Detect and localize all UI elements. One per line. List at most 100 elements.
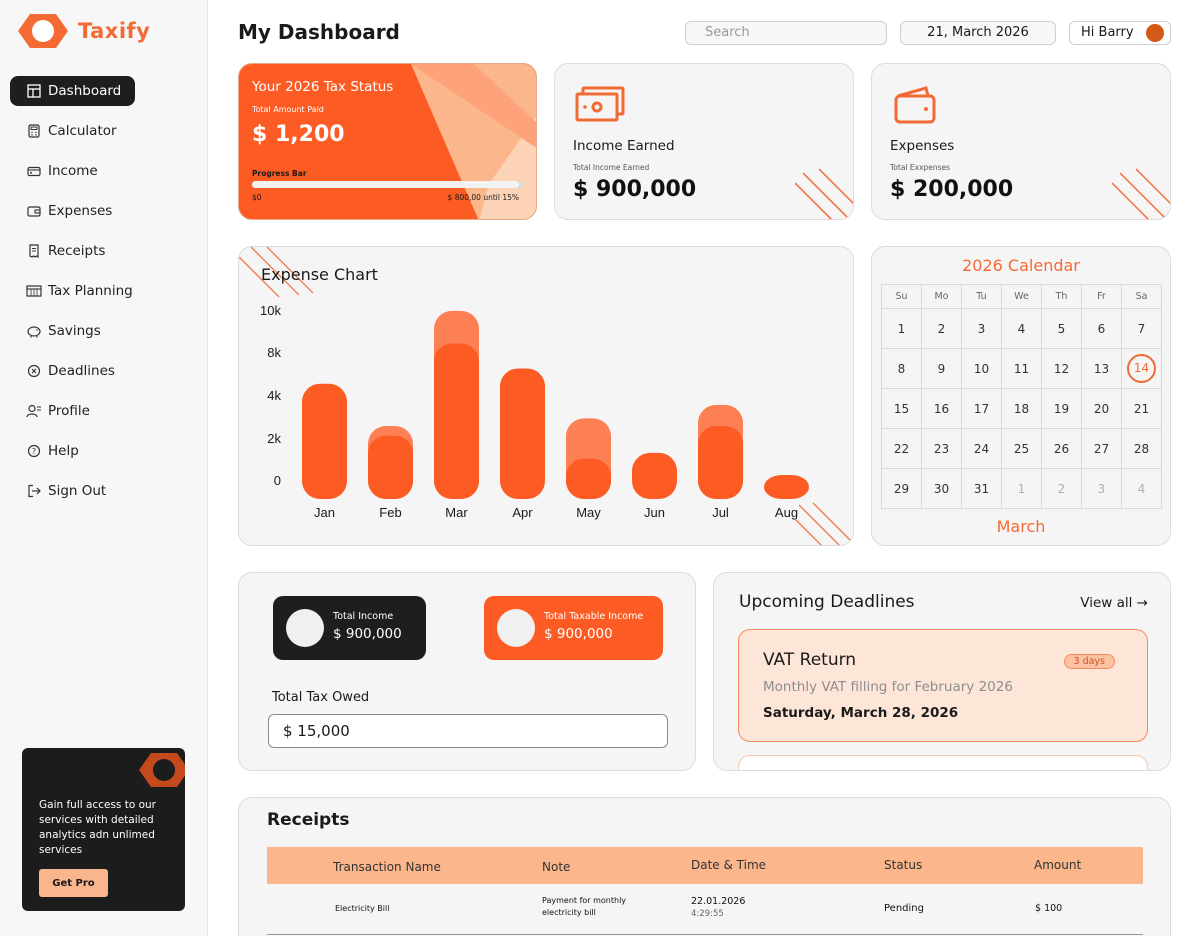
sidebar-item-help[interactable]: ? Help [10,436,135,466]
income-card[interactable]: Income Earned Total Income Earned $ 900,… [554,63,854,220]
calendar-day[interactable]: 20 [1081,388,1122,429]
calendar-day[interactable]: 23 [921,428,962,469]
promo-text: Gain full access to our services with de… [39,799,156,856]
calendar-day[interactable]: 11 [1001,348,1042,389]
view-all-link[interactable]: View all → [1080,595,1148,611]
calendar-day[interactable]: 4 [1001,308,1042,349]
calendar-day[interactable]: 17 [961,388,1002,429]
table-row[interactable]: Electricity Bill Payment for monthly ele… [267,884,1143,935]
sidebar-item-label: Expenses [48,203,113,219]
sidebar-item-calculator[interactable]: Calculator [10,116,135,146]
calendar-icon [26,283,42,299]
bar-feb[interactable] [368,435,413,499]
bar-aug[interactable] [764,475,809,499]
expense-bar-chart[interactable]: 10k8k4k2k0Jan Feb Mar Apr May Jun Jul Aug [239,247,854,546]
x-tick-label: Mar [445,505,468,520]
get-pro-button[interactable]: Get Pro [39,869,108,897]
calendar-day[interactable]: 14 [1121,348,1162,389]
taxable-income-pill[interactable]: Total Taxable Income $ 900,000 [484,596,663,660]
tax-status-title: Your 2026 Tax Status [252,79,394,95]
calendar-day[interactable]: 5 [1041,308,1082,349]
calendar-day[interactable]: 18 [1001,388,1042,429]
sidebar-item-receipts[interactable]: Receipts [10,236,135,266]
calendar-day[interactable]: 2 [921,308,962,349]
calendar-day[interactable]: 6 [1081,308,1122,349]
calendar-day[interactable]: 15 [881,388,922,429]
logo[interactable]: Taxify [16,10,150,52]
calendar-day[interactable]: 19 [1041,388,1082,429]
calendar-day[interactable]: 26 [1041,428,1082,469]
sidebar-item-profile[interactable]: Profile [10,396,135,426]
calendar-day[interactable]: 30 [921,468,962,509]
column-header[interactable]: Amount [1034,858,1081,872]
expenses-card[interactable]: Expenses Total Exxpenses $ 200,000 [871,63,1171,220]
calendar-day[interactable]: 27 [1081,428,1122,469]
app-name: Taxify [78,19,151,43]
total-income-pill[interactable]: Total Income $ 900,000 [273,596,426,660]
calendar-day[interactable]: 12 [1041,348,1082,389]
calendar-day[interactable]: 24 [961,428,1002,469]
weekday-header: Su [881,284,922,309]
calendar-day[interactable]: 25 [1001,428,1042,469]
column-header[interactable]: Note [542,860,570,874]
sidebar-item-savings[interactable]: Savings [10,316,135,346]
sidebar-item-sign-out[interactable]: Sign Out [10,476,135,506]
taxable-avatar [497,609,535,647]
deadline-name: VAT Return [763,650,857,670]
deadlines-title: Upcoming Deadlines [739,592,915,612]
column-header[interactable]: Date & Time [691,858,766,872]
calendar-day[interactable]: 13 [1081,348,1122,389]
x-tick-label: Jul [712,505,729,520]
calendar-day[interactable]: 31 [961,468,1002,509]
calendar-day[interactable]: 8 [881,348,922,389]
receipt-time: 4:29:55 [691,909,724,919]
weekday-header: Th [1041,284,1082,309]
receipt-note: electricity bill [542,908,596,917]
bar-mar[interactable] [434,343,479,499]
calendar-day[interactable]: 29 [881,468,922,509]
x-tick-label: May [576,505,601,520]
calendar-day[interactable]: 28 [1121,428,1162,469]
bar-jan[interactable] [302,383,347,499]
calendar-day[interactable]: 4 [1121,468,1162,509]
search-input[interactable]: Search [685,21,887,45]
calendar-day[interactable]: 3 [961,308,1002,349]
bar-may[interactable] [566,458,611,499]
calendar-day[interactable]: 22 [881,428,922,469]
wallet-icon [26,203,42,219]
bar-jul[interactable] [698,426,743,499]
date-display[interactable]: 21, March 2026 [900,21,1056,45]
calendar-month[interactable]: March [872,517,1170,536]
calendar-day[interactable]: 2 [1041,468,1082,509]
calendar-day[interactable]: 9 [921,348,962,389]
tax-owed-field[interactable]: $ 15,000 [268,714,668,748]
deadline-item[interactable]: VAT Return 3 days Monthly VAT filling fo… [738,629,1148,742]
column-header[interactable]: Transaction Name [333,860,441,874]
sidebar-item-tax-planning[interactable]: Tax Planning [10,276,135,306]
calendar-day[interactable]: 3 [1081,468,1122,509]
sidebar-item-label: Help [48,443,79,459]
sidebar-item-dashboard[interactable]: Dashboard [10,76,135,106]
sidebar-item-deadlines[interactable]: Deadlines [10,356,135,386]
user-menu[interactable]: Hi Barry [1069,21,1171,45]
calendar-day[interactable]: 21 [1121,388,1162,429]
calendar-day[interactable]: 1 [1001,468,1042,509]
sidebar-item-expenses[interactable]: Expenses [10,196,135,226]
deadline-item[interactable] [738,755,1148,770]
calendar-day[interactable]: 16 [921,388,962,429]
calendar-day[interactable]: 10 [961,348,1002,389]
bar-apr[interactable] [500,368,545,499]
sidebar-item-label: Dashboard [48,83,122,99]
total-income-label: Total Income [333,611,394,622]
sidebar-item-label: Savings [48,323,101,339]
avatar[interactable] [1146,24,1164,42]
calendar-day[interactable]: 1 [881,308,922,349]
receipt-status: Pending [884,903,924,914]
weekday-header: Fr [1081,284,1122,309]
column-header[interactable]: Status [884,858,922,872]
tax-status-card: Your 2026 Tax Status Total Amount Paid $… [238,63,537,220]
x-tick-label: Feb [379,505,401,520]
bar-jun[interactable] [632,452,677,499]
sidebar-item-income[interactable]: Income [10,156,135,186]
calendar-day[interactable]: 7 [1121,308,1162,349]
